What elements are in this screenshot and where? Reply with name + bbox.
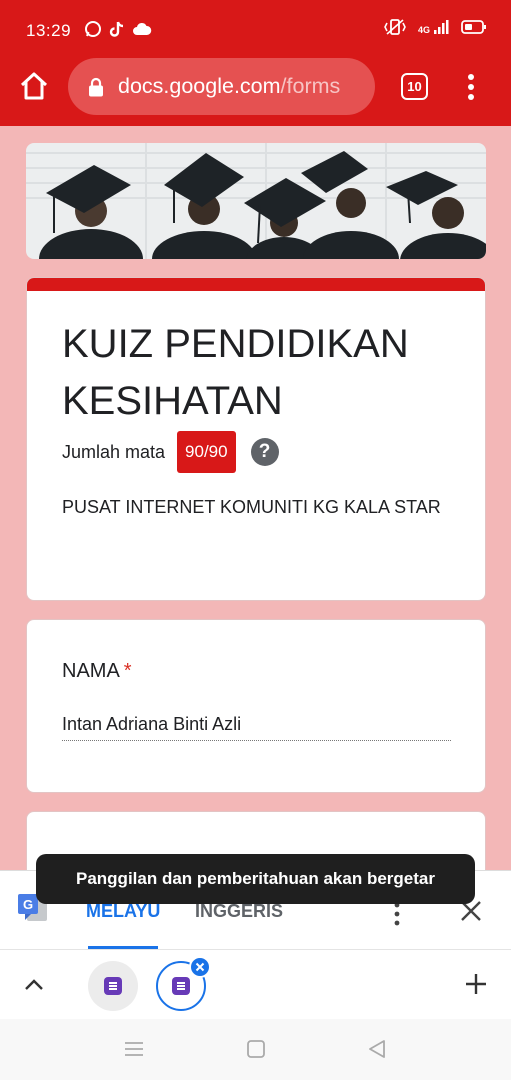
score-label: Jumlah mata (62, 441, 166, 462)
score-badge: 90/90 (177, 431, 236, 473)
form-title-card: KUIZ PENDIDIKAN KESIHATAN Jumlah mata 90… (26, 277, 486, 601)
system-icons: 4G (384, 19, 487, 35)
notification-icons (84, 20, 152, 38)
required-asterisk: * (123, 660, 132, 682)
url-host: docs.google.com (118, 74, 281, 98)
home-icon[interactable] (18, 70, 50, 102)
translate-more-icon[interactable] (390, 901, 404, 927)
browser-toolbar: docs.google.com/forms 10 (0, 50, 511, 126)
home-nav-icon[interactable] (245, 1039, 267, 1059)
form-description: PUSAT INTERNET KOMUNITI KG KALA STAR (62, 497, 441, 517)
battery-icon (461, 20, 486, 34)
form-header-image (26, 143, 486, 259)
chevron-up-icon[interactable] (22, 974, 46, 994)
lock-icon (89, 77, 103, 96)
signal-icon (434, 20, 449, 34)
address-bar[interactable]: docs.google.com/forms (68, 58, 375, 115)
form-title: KUIZ PENDIDIKAN KESIHATAN (62, 322, 409, 423)
menu-icon[interactable] (123, 1039, 145, 1059)
whatsapp-icon (85, 21, 101, 37)
question-label: NAMA * (62, 660, 132, 683)
toast-message: Panggilan dan pemberitahuan akan bergeta… (36, 854, 475, 904)
system-nav-bar (0, 1019, 511, 1080)
forms-bubble-1[interactable] (88, 961, 138, 1011)
back-icon[interactable] (366, 1039, 388, 1059)
url-path: /forms (280, 74, 341, 98)
question-label-text: NAMA (62, 660, 120, 682)
answer-underline (62, 740, 451, 741)
lang-tab-inggeris[interactable]: INGGERIS (195, 901, 283, 922)
title-card-accent (27, 278, 485, 291)
url-text: docs.google.com/forms (118, 74, 340, 99)
vibrate-icon (384, 19, 406, 35)
google-forms-icon (104, 977, 122, 995)
answer-text: Intan Adriana Binti Azli (62, 714, 242, 734)
status-bar: 13:29 4G (0, 0, 511, 50)
more-menu-icon[interactable] (461, 72, 481, 102)
google-forms-icon (172, 977, 190, 995)
network-type: 4G (417, 25, 430, 35)
svg-text:G: G (23, 897, 33, 912)
lang-tab-melayu[interactable]: MELAYU (86, 901, 160, 922)
signal-indicator: 4G (418, 19, 449, 35)
cloud-icon (133, 22, 152, 35)
tiktok-icon (109, 21, 124, 37)
plus-icon[interactable] (465, 973, 487, 995)
tab-switcher-button[interactable]: 10 (401, 73, 428, 100)
bubble-close-icon[interactable] (189, 956, 211, 978)
status-time: 13:29 (26, 21, 72, 40)
score-row: Jumlah mata 90/90 ? (62, 431, 279, 473)
bubble-bar (0, 949, 511, 1019)
question-card-nama: NAMA * Intan Adriana Binti Azli (26, 619, 486, 793)
help-icon[interactable]: ? (250, 438, 279, 466)
